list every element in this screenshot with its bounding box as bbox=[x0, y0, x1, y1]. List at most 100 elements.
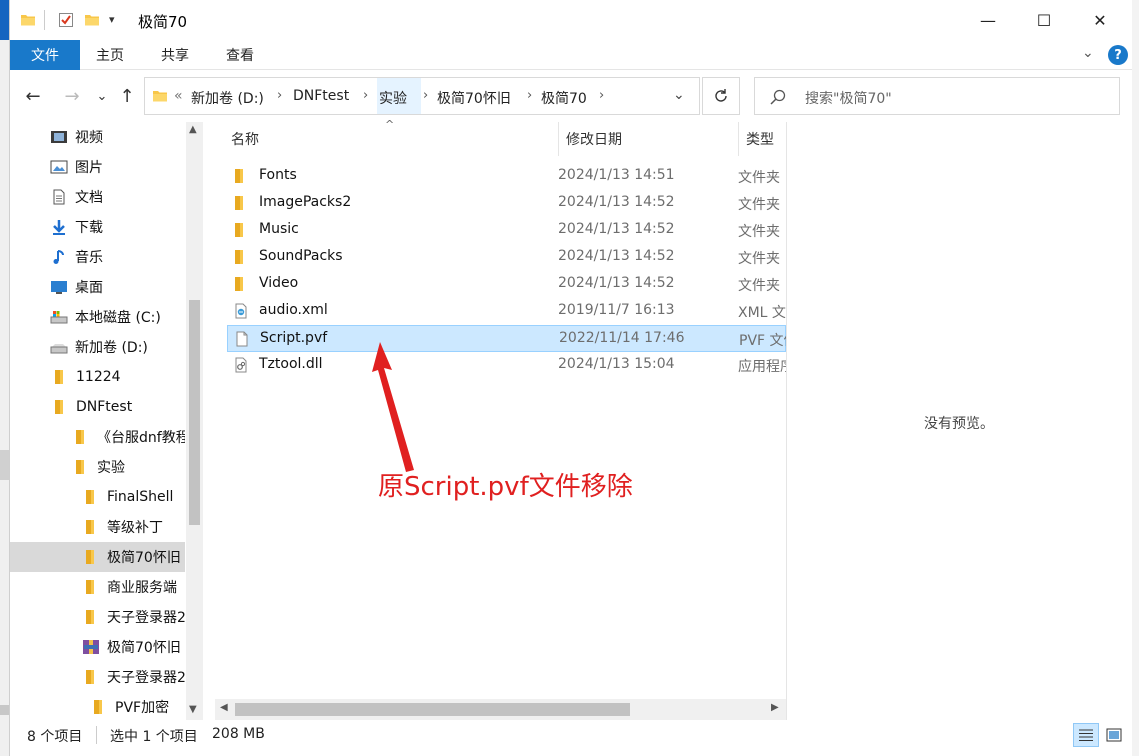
column-header-type[interactable]: 类型 bbox=[746, 122, 774, 156]
forward-button[interactable]: → bbox=[60, 84, 84, 108]
nav-item[interactable]: 《台服dnf教程 bbox=[10, 422, 185, 452]
documents-icon bbox=[50, 189, 68, 205]
nav-item[interactable]: 本地磁盘 (C:) bbox=[10, 302, 185, 332]
breadcrumb-separator[interactable]: › bbox=[277, 88, 282, 103]
breadcrumb-jijian70[interactable]: 极简70 bbox=[541, 88, 587, 108]
nav-item[interactable]: 11224 bbox=[10, 362, 185, 392]
nav-item[interactable]: 文档 bbox=[10, 182, 185, 212]
archive-icon bbox=[82, 639, 100, 655]
nav-item[interactable]: 视频 bbox=[10, 122, 185, 152]
nav-item[interactable]: 极简70怀旧 bbox=[10, 542, 185, 572]
tab-share[interactable]: 共享 bbox=[161, 40, 189, 70]
nav-item-label: 图片 bbox=[75, 160, 103, 176]
nav-item[interactable]: 新加卷 (D:) bbox=[10, 332, 185, 362]
horizontal-scrollbar-thumb[interactable] bbox=[235, 703, 630, 716]
expand-ribbon-chevron-icon[interactable]: ⌄ bbox=[1082, 45, 1094, 61]
nav-item[interactable]: 音乐 bbox=[10, 242, 185, 272]
folder-icon[interactable] bbox=[20, 12, 36, 28]
address-bar[interactable]: « 新加卷 (D:) › DNFtest › 实验 › 极简70怀旧 › 极简7… bbox=[144, 77, 700, 115]
nav-item-label: 桌面 bbox=[75, 280, 103, 296]
nav-scrollbar-thumb[interactable] bbox=[189, 300, 200, 525]
large-icons-view-button[interactable] bbox=[1102, 723, 1126, 747]
title-bar: ▾ 极简70 — ☐ ✕ bbox=[10, 0, 1132, 40]
breadcrumb-experiment[interactable]: 实验 bbox=[379, 88, 407, 108]
file-list: ^ 名称 修改日期 类型 Fonts 2024/1/13 14:51 文件夹 Imag… bbox=[215, 118, 787, 720]
help-button[interactable]: ? bbox=[1108, 45, 1128, 65]
breadcrumb-drive-d[interactable]: 新加卷 (D:) bbox=[191, 88, 264, 108]
scroll-left-arrow-icon[interactable]: ◀ bbox=[220, 702, 228, 713]
annotation-text: 原Script.pvf文件移除 bbox=[378, 472, 633, 502]
search-input[interactable]: 搜索"极简70" bbox=[754, 77, 1120, 115]
navigation-pane: 视频图片文档 下载 音乐桌面本地磁盘 (C:) 新加卷 (D:) 11224 DNFtes… bbox=[10, 122, 205, 720]
file-date: 2022/11/14 17:46 bbox=[559, 330, 685, 346]
new-folder-icon[interactable] bbox=[84, 12, 100, 28]
nav-item[interactable]: 图片 bbox=[10, 152, 185, 182]
nav-item[interactable]: 等级补丁 bbox=[10, 512, 185, 542]
details-view-button[interactable] bbox=[1073, 723, 1099, 747]
breadcrumb-dnftest[interactable]: DNFtest bbox=[293, 88, 349, 104]
folder-icon bbox=[82, 669, 100, 685]
refresh-button[interactable] bbox=[702, 77, 740, 115]
nav-item-label: 实验 bbox=[97, 460, 125, 476]
nav-item[interactable]: 商业服务端 bbox=[10, 572, 185, 602]
quick-access-dropdown-icon[interactable]: ▾ bbox=[109, 13, 125, 29]
file-type: 文件夹 bbox=[738, 278, 780, 294]
file-row[interactable]: Tztool.dll 2024/1/13 15:04 应用程序扩展 bbox=[227, 352, 786, 379]
file-name: Fonts bbox=[259, 167, 297, 183]
nav-item[interactable]: 极简70怀旧 bbox=[10, 632, 185, 662]
nav-item[interactable]: DNFtest bbox=[10, 392, 185, 422]
back-button[interactable]: ← bbox=[21, 84, 45, 108]
breadcrumb-separator[interactable]: › bbox=[423, 88, 428, 103]
tab-view[interactable]: 查看 bbox=[226, 40, 254, 70]
background-window-titlebar bbox=[0, 0, 9, 40]
file-row[interactable]: ImagePacks2 2024/1/13 14:52 文件夹 bbox=[227, 190, 786, 217]
file-date: 2024/1/13 14:52 bbox=[558, 248, 675, 264]
address-history-chevron-icon[interactable]: ⌄ bbox=[673, 87, 685, 103]
breadcrumb-overflow[interactable]: « bbox=[174, 88, 183, 104]
refresh-icon bbox=[715, 89, 727, 102]
column-header-name[interactable]: 名称 bbox=[231, 122, 259, 156]
column-divider[interactable] bbox=[558, 122, 559, 156]
file-row[interactable]: Script.pvf 2022/11/14 17:46 PVF 文件 bbox=[227, 325, 787, 352]
file-row[interactable]: Video 2024/1/13 14:52 文件夹 bbox=[227, 271, 786, 298]
large-icons-view-icon bbox=[1106, 728, 1122, 742]
navigation-bar: ← → ⌄ ↑ « 新加卷 (D:) › DNFtest › 实验 › 极简70… bbox=[10, 70, 1132, 122]
sort-ascending-icon: ^ bbox=[385, 118, 395, 131]
nav-item-label: 商业服务端 bbox=[107, 580, 177, 596]
file-name: audio.xml bbox=[259, 302, 328, 318]
nav-item[interactable]: 下载 bbox=[10, 212, 185, 242]
tab-home[interactable]: 主页 bbox=[96, 40, 124, 70]
nav-item[interactable]: 实验 bbox=[10, 452, 185, 482]
properties-checkbox-icon[interactable] bbox=[58, 12, 74, 28]
nav-scrollbar[interactable]: ▲ ▼ bbox=[186, 122, 203, 720]
up-button[interactable]: ↑ bbox=[115, 84, 139, 108]
file-row[interactable]: SoundPacks 2024/1/13 14:52 文件夹 bbox=[227, 244, 786, 271]
nav-item[interactable]: 桌面 bbox=[10, 272, 185, 302]
tab-file[interactable]: 文件 bbox=[10, 40, 80, 70]
nav-item[interactable]: 天子登录器2 bbox=[10, 602, 185, 632]
music-icon bbox=[50, 249, 68, 265]
horizontal-scrollbar[interactable]: ◀ ▶ bbox=[215, 699, 786, 720]
folder-icon bbox=[51, 399, 69, 415]
file-date: 2024/1/13 14:51 bbox=[558, 167, 675, 183]
file-row[interactable]: Fonts 2024/1/13 14:51 文件夹 bbox=[227, 163, 786, 190]
file-row[interactable]: Music 2024/1/13 14:52 文件夹 bbox=[227, 217, 786, 244]
close-button[interactable]: ✕ bbox=[1072, 0, 1128, 40]
scroll-right-arrow-icon[interactable]: ▶ bbox=[771, 702, 779, 713]
recent-locations-button[interactable]: ⌄ bbox=[90, 84, 114, 108]
scroll-up-arrow-icon[interactable]: ▲ bbox=[189, 124, 197, 135]
breadcrumb-separator[interactable]: › bbox=[599, 88, 604, 103]
column-divider[interactable] bbox=[738, 122, 739, 156]
nav-item[interactable]: 天子登录器2 bbox=[10, 662, 185, 692]
breadcrumb-jijian70-nostalgia[interactable]: 极简70怀旧 bbox=[437, 88, 511, 108]
minimize-button[interactable]: — bbox=[960, 0, 1016, 40]
scroll-down-arrow-icon[interactable]: ▼ bbox=[189, 704, 197, 715]
column-header-date[interactable]: 修改日期 bbox=[566, 122, 622, 156]
breadcrumb-separator[interactable]: › bbox=[363, 88, 368, 103]
drive-d-icon bbox=[50, 339, 68, 355]
maximize-button[interactable]: ☐ bbox=[1016, 0, 1072, 40]
nav-item[interactable]: PVF加密 bbox=[10, 692, 185, 720]
nav-item[interactable]: FinalShell bbox=[10, 482, 185, 512]
breadcrumb-separator[interactable]: › bbox=[527, 88, 532, 103]
file-row[interactable]: audio.xml 2019/11/7 16:13 XML 文档 bbox=[227, 298, 786, 325]
